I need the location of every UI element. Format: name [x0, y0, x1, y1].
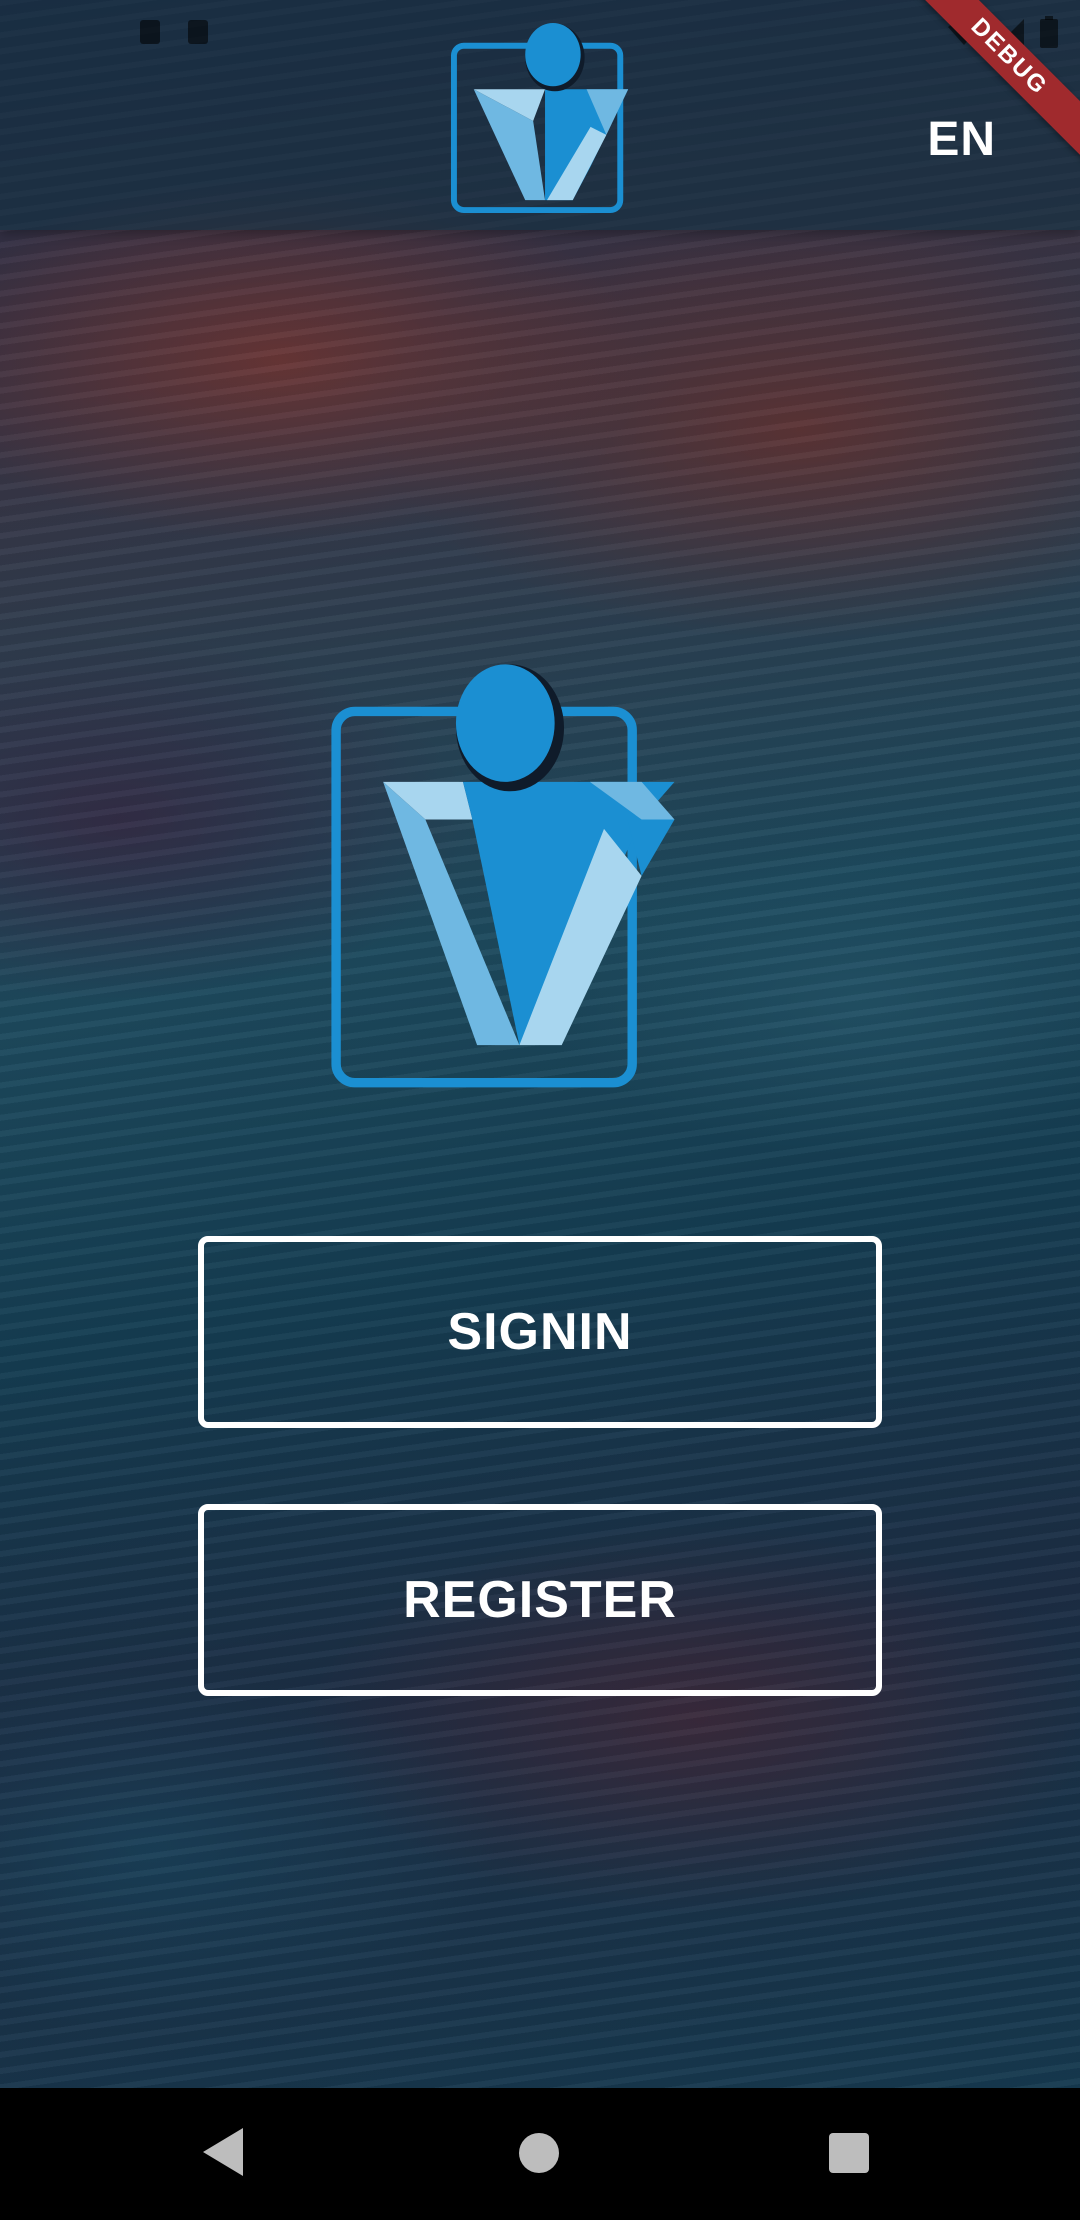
home-icon[interactable]	[519, 2133, 559, 2173]
status-bar	[0, 0, 1080, 62]
signin-button[interactable]: SIGNIN	[198, 1236, 882, 1428]
notification-icon	[188, 20, 208, 44]
battery-icon	[1040, 16, 1058, 48]
language-selector-button[interactable]: EN	[927, 112, 996, 167]
notification-icon	[140, 20, 160, 44]
status-notification-icons	[140, 20, 208, 44]
main-logo-icon	[331, 664, 675, 1088]
app-screen: EN DEBUG SIGNIN REGISTER	[0, 0, 1080, 2088]
back-icon[interactable]	[203, 2128, 243, 2176]
register-button[interactable]: REGISTER	[198, 1504, 882, 1696]
recent-apps-icon[interactable]	[829, 2133, 869, 2173]
